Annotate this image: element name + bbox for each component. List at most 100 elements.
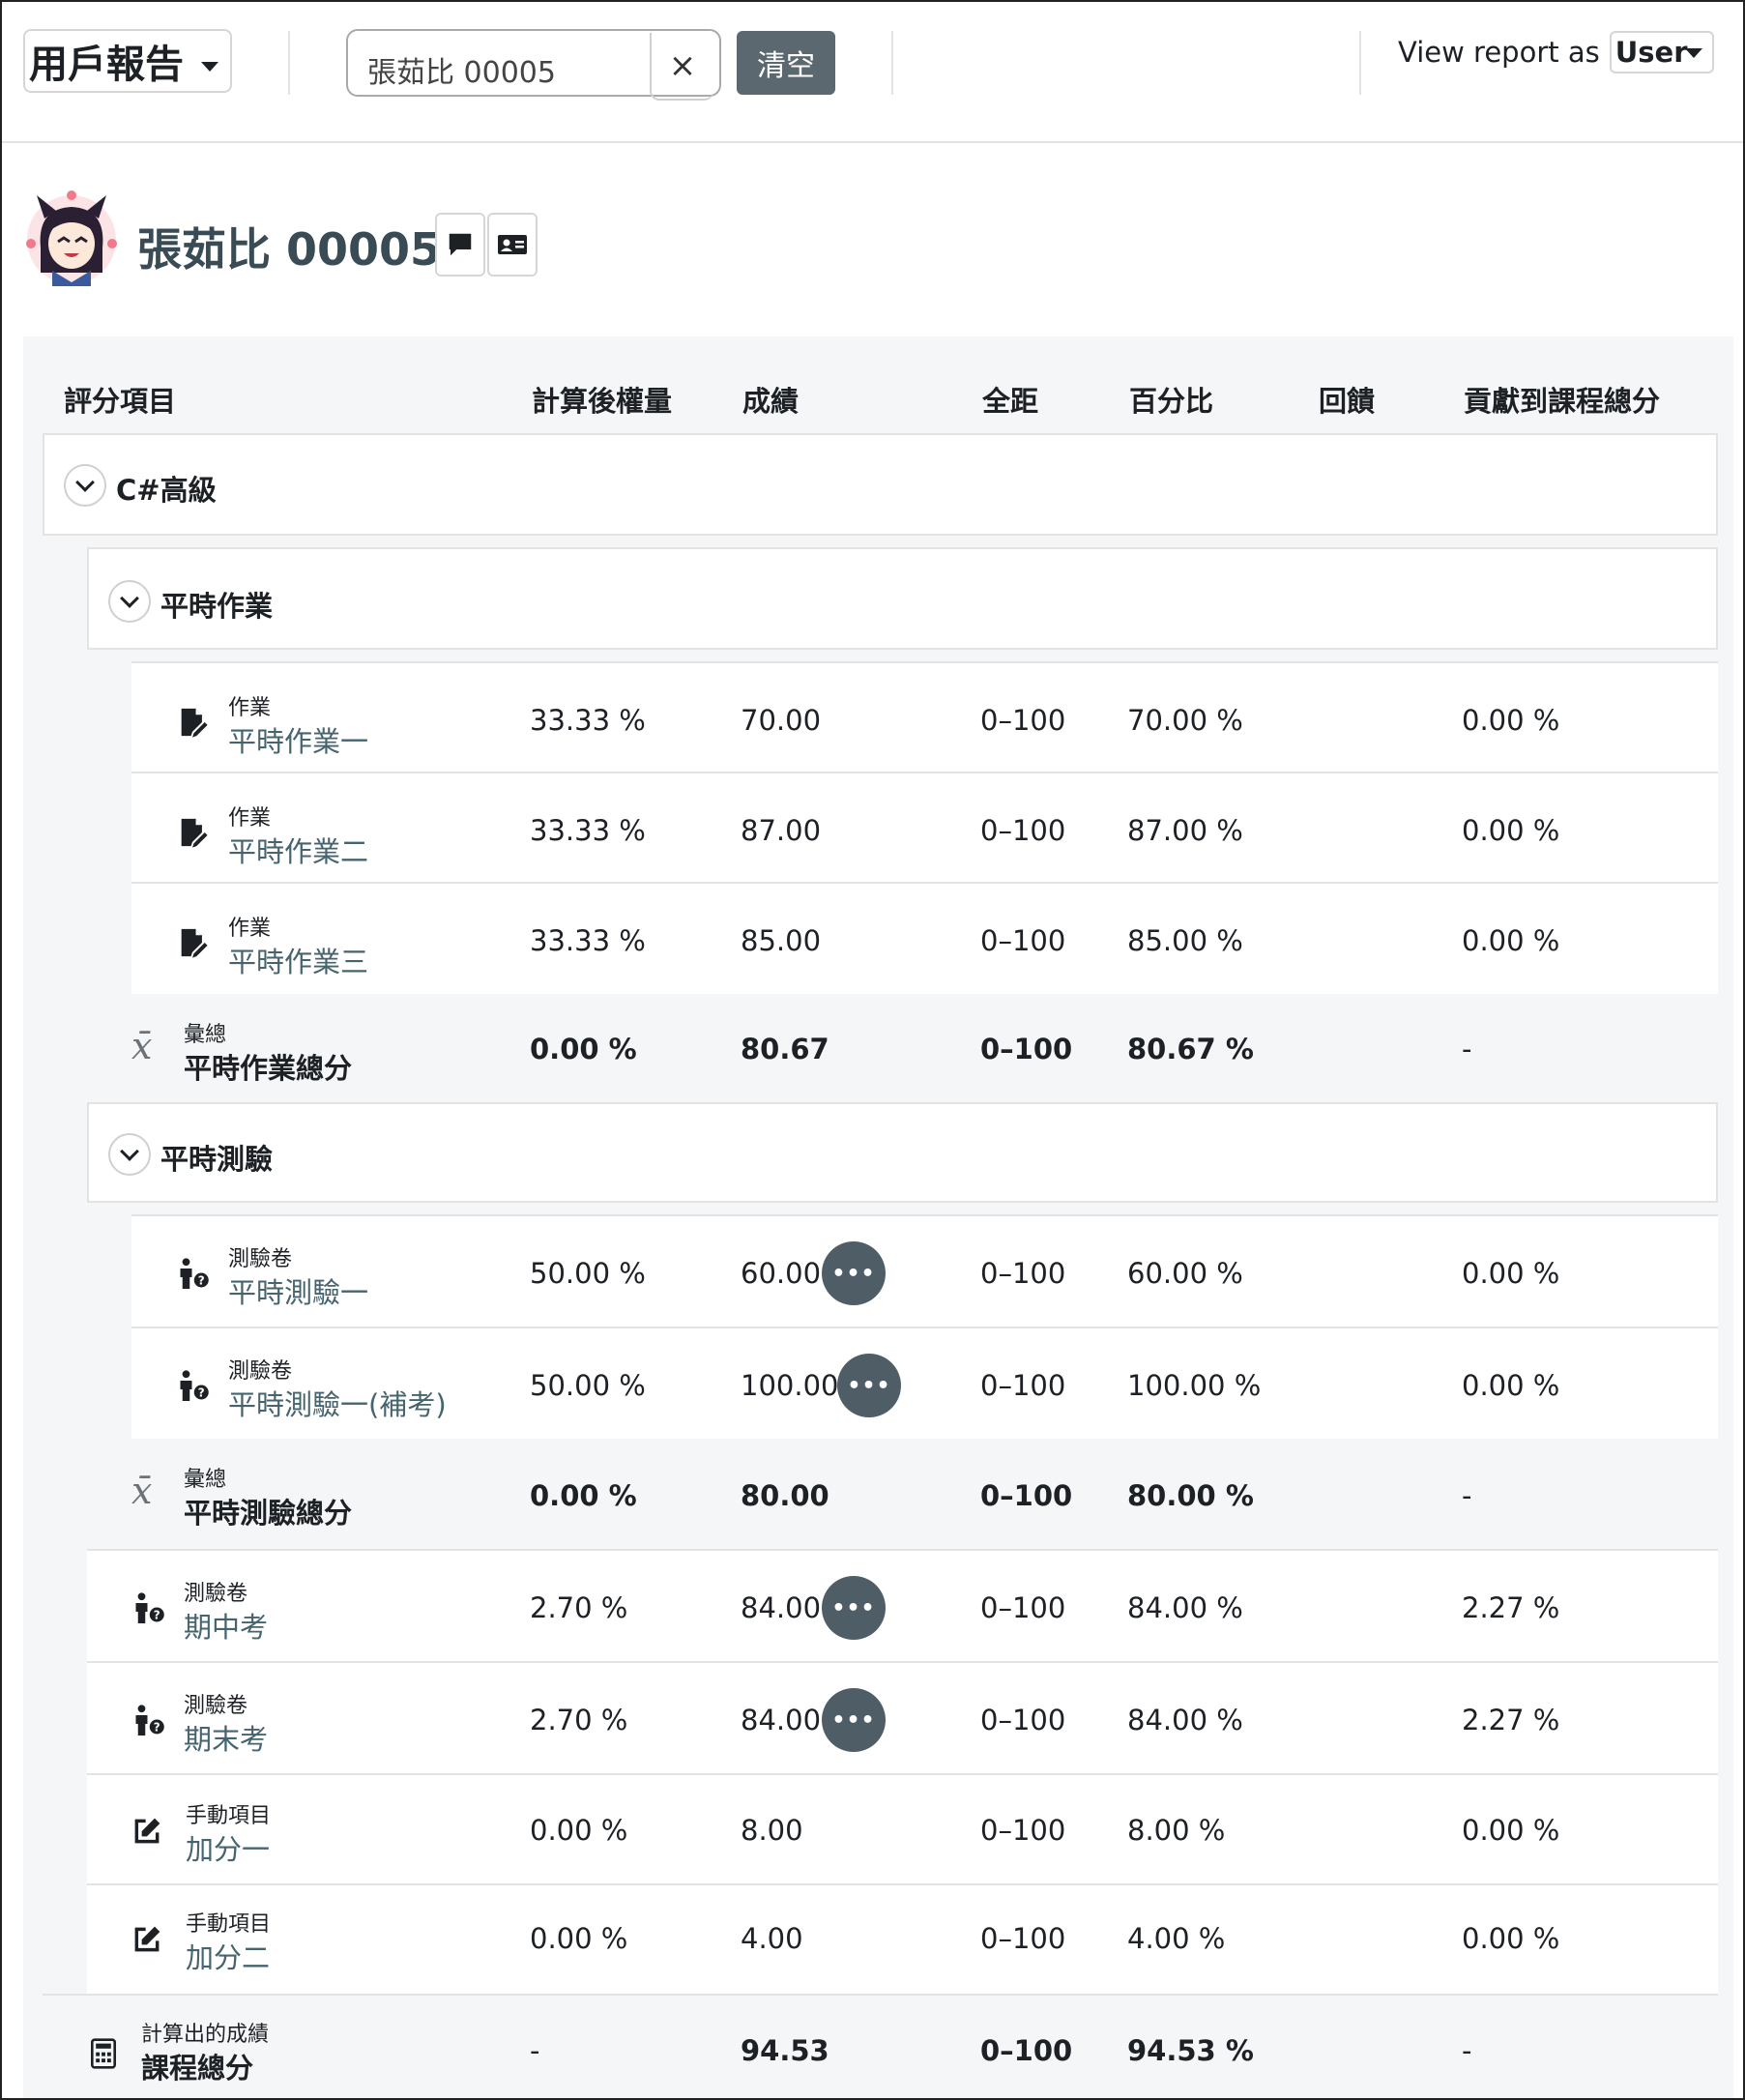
- column-header-weight: 計算後權量: [532, 385, 673, 418]
- percentage-cell: 85.00 %: [1127, 924, 1243, 957]
- quiz-icon: ?: [180, 1370, 209, 1401]
- item-name-link[interactable]: 平時測驗一: [228, 1270, 368, 1311]
- assignment-icon: [181, 708, 208, 738]
- report-type-select[interactable]: 用戶報告: [23, 29, 232, 93]
- item-type: 作業: [228, 917, 272, 941]
- category-quiz: 平時測驗: [87, 1102, 1718, 1203]
- percentage-cell: 87.00 %: [1127, 814, 1243, 847]
- percentage-cell: 60.00 %: [1127, 1257, 1243, 1290]
- item-type: 作業: [228, 696, 272, 720]
- message-icon: [449, 233, 472, 256]
- search-value: 張茹比 00005: [367, 56, 556, 90]
- column-header-feedback: 回饋: [1319, 385, 1376, 418]
- calculator-icon: [91, 2038, 116, 2069]
- clear-search-icon[interactable]: ×: [650, 33, 713, 101]
- quiz-icon: ?: [135, 1705, 164, 1735]
- user-search-input[interactable]: 張茹比 00005 ×: [346, 29, 721, 101]
- table-row: ? 測驗卷 期中考 2.70 % 84.00 ••• 0–100 84.00 %…: [87, 1549, 1718, 1661]
- weight-cell: 0.00 %: [530, 1033, 637, 1065]
- weight-cell: 0.00 %: [530, 1479, 637, 1512]
- user-name[interactable]: 張茹比 00005: [137, 215, 441, 278]
- grade-cell: 94.53: [741, 2034, 829, 2067]
- view-report-as-select[interactable]: User: [1609, 31, 1714, 73]
- quiz-icon: ?: [135, 1592, 164, 1623]
- svg-text:?: ?: [198, 1386, 205, 1400]
- percentage-cell: 4.00 %: [1127, 1922, 1226, 1955]
- item-name-link[interactable]: 期中考: [184, 1605, 268, 1646]
- weight-cell: 33.33 %: [530, 704, 646, 737]
- view-report-as-value: User: [1614, 36, 1688, 69]
- item-name-link[interactable]: 平時作業一: [228, 719, 368, 760]
- item-type: 彙總: [184, 1468, 227, 1492]
- range-cell: 0–100: [980, 1922, 1066, 1955]
- grade-cell: 8.00: [741, 1814, 803, 1847]
- svg-text:?: ?: [154, 1721, 160, 1735]
- item-name-link[interactable]: 加分二: [186, 1936, 270, 1976]
- contribution-cell: -: [1462, 1033, 1472, 1065]
- range-cell: 0–100: [980, 1814, 1066, 1847]
- category-homework: 平時作業: [87, 547, 1718, 650]
- more-actions-button[interactable]: •••: [822, 1576, 886, 1640]
- svg-text:?: ?: [154, 1609, 160, 1622]
- weight-cell: 33.33 %: [530, 924, 646, 957]
- id-card-icon: [498, 235, 527, 254]
- toolbar-divider: [1359, 31, 1361, 95]
- table-row: ? 測驗卷 平時測驗一(補考) 50.00 % 100.00 ••• 0–100…: [131, 1327, 1718, 1439]
- grade-cell: 87.00: [741, 814, 822, 847]
- grade-cell: 4.00: [741, 1922, 803, 1955]
- range-cell: 0–100: [980, 1033, 1073, 1065]
- grade-cell: 60.00: [741, 1257, 822, 1290]
- percentage-cell: 70.00 %: [1127, 704, 1243, 737]
- weight-cell: -: [530, 2034, 540, 2067]
- total-name: 平時作業總分: [184, 1052, 353, 1085]
- category-total-row: x̄ 彙總 平時作業總分 0.00 % 80.67 0–100 80.67 % …: [87, 994, 1718, 1102]
- contribution-cell: 2.27 %: [1462, 1591, 1560, 1624]
- weight-cell: 50.00 %: [530, 1257, 646, 1290]
- total-name: 平時測驗總分: [184, 1497, 353, 1530]
- toolbar-divider: [891, 31, 893, 95]
- edit-icon: [134, 1926, 160, 1952]
- view-report-as: View report as User: [1398, 31, 1714, 73]
- grade-cell: 100.00: [741, 1369, 839, 1402]
- item-type: 作業: [228, 806, 272, 831]
- message-button[interactable]: [435, 213, 485, 277]
- avatar[interactable]: [23, 190, 120, 286]
- range-cell: 0–100: [980, 704, 1066, 737]
- profile-button[interactable]: [487, 213, 538, 277]
- chevron-down-icon: [75, 473, 95, 492]
- contribution-cell: 2.27 %: [1462, 1704, 1560, 1736]
- category-name: C#高級: [116, 474, 217, 507]
- view-report-as-label: View report as: [1398, 36, 1600, 69]
- collapse-toggle[interactable]: [108, 580, 151, 623]
- column-header-percentage: 百分比: [1129, 385, 1214, 418]
- item-name-link[interactable]: 平時作業三: [228, 940, 368, 980]
- item-name-link[interactable]: 平時作業二: [228, 830, 368, 870]
- percentage-cell: 84.00 %: [1127, 1591, 1243, 1624]
- range-cell: 0–100: [980, 1591, 1066, 1624]
- clear-button[interactable]: 清空: [737, 31, 835, 95]
- percentage-cell: 84.00 %: [1127, 1704, 1243, 1736]
- item-name-link[interactable]: 期末考: [184, 1717, 268, 1758]
- more-actions-button[interactable]: •••: [822, 1241, 886, 1305]
- table-row: 作業 平時作業二 33.33 % 87.00 0–100 87.00 % 0.0…: [131, 772, 1718, 882]
- weight-cell: 0.00 %: [530, 1814, 628, 1847]
- collapse-toggle[interactable]: [64, 464, 106, 507]
- collapse-toggle[interactable]: [108, 1133, 151, 1176]
- contribution-cell: 0.00 %: [1462, 1814, 1560, 1847]
- grade-cell: 84.00: [741, 1704, 822, 1736]
- percentage-cell: 80.00 %: [1127, 1479, 1254, 1512]
- item-name-link[interactable]: 加分一: [186, 1827, 270, 1868]
- more-actions-button[interactable]: •••: [837, 1354, 901, 1417]
- more-actions-button[interactable]: •••: [822, 1688, 886, 1752]
- item-type: 手動項目: [186, 1912, 272, 1937]
- category-name: 平時測驗: [160, 1143, 274, 1176]
- table-row: 手動項目 加分一 0.00 % 8.00 0–100 8.00 % 0.00 %: [87, 1773, 1718, 1883]
- column-header-contribution: 貢獻到課程總分: [1464, 385, 1661, 418]
- assignment-icon: [181, 928, 208, 958]
- item-name-link[interactable]: 平時測驗一(補考): [228, 1383, 447, 1423]
- page-frame: 用戶報告 張茹比 00005 × 清空 View report as User: [0, 0, 1745, 2100]
- contribution-cell: -: [1462, 1479, 1472, 1512]
- report-toolbar: 用戶報告 張茹比 00005 × 清空 View report as User: [2, 2, 1743, 143]
- assignment-icon: [181, 818, 208, 848]
- contribution-cell: 0.00 %: [1462, 704, 1560, 737]
